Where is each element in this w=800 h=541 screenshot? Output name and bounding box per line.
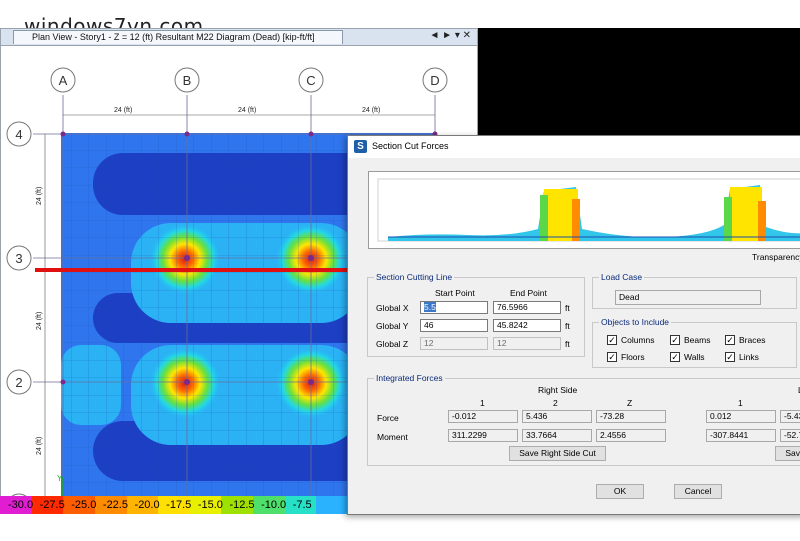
color-scale-value: -7.5 xyxy=(292,499,312,511)
right-side-label: Right Side xyxy=(538,385,578,395)
walls-label: Walls xyxy=(684,352,705,362)
z-unit: ft xyxy=(565,339,570,349)
moment-right-1: 311.2299 xyxy=(448,429,518,442)
braces-checkbox[interactable]: ✓ xyxy=(725,335,735,345)
preview-peak-left-green xyxy=(540,195,548,241)
section-cutting-line-title: Section Cutting Line xyxy=(374,272,455,282)
start-z-input: 12 xyxy=(420,337,488,350)
grid-label-b: B xyxy=(183,73,192,88)
integrated-forces-title: Integrated Forces xyxy=(374,373,445,383)
app-logo-icon: S xyxy=(354,140,367,153)
links-checkbox[interactable]: ✓ xyxy=(725,352,735,362)
end-z-input: 12 xyxy=(493,337,561,350)
x-unit: ft xyxy=(565,303,570,313)
moment-left-1: -307.8441 xyxy=(706,429,776,442)
save-left-side-cut-button[interactable]: Save xyxy=(775,446,800,461)
color-scale-value: -27.5 xyxy=(39,499,65,511)
transparency-label: Transparency xyxy=(752,252,800,262)
columns-checkbox[interactable]: ✓ xyxy=(607,335,617,345)
braces-label: Braces xyxy=(739,335,766,345)
dim-label-21: 24 (ft) xyxy=(36,437,43,455)
global-y-label: Global Y xyxy=(376,321,409,331)
beams-checkbox[interactable]: ✓ xyxy=(670,335,680,345)
force-left-1: 0.012 xyxy=(706,410,776,423)
left-col-1: 1 xyxy=(738,398,743,408)
grid-label-c: C xyxy=(306,73,315,88)
color-scale-value: -17.5 xyxy=(166,499,192,511)
dialog-title-bar[interactable]: S Section Cut Forces xyxy=(348,136,800,158)
integrated-forces-group: Integrated Forces Right Side L 1 2 Z 1 F… xyxy=(367,373,800,466)
cancel-button[interactable]: Cancel xyxy=(674,484,722,499)
dim-label-cd: 24 (ft) xyxy=(362,107,380,114)
load-case-field: Dead xyxy=(615,290,761,305)
preview-peak-right-orange xyxy=(758,201,766,241)
section-cut-forces-dialog: S Section Cut Forces Transparency Sectio… xyxy=(347,135,800,515)
force-right-z: -73.28 xyxy=(596,410,666,423)
plan-tab-bar: Plan View - Story1 - Z = 12 (ft) Resulta… xyxy=(1,29,477,46)
grid-label-d: D xyxy=(430,73,439,88)
links-label: Links xyxy=(739,352,759,362)
dim-label-43: 24 (ft) xyxy=(36,187,43,205)
color-scale-legend: -30.0 -27.5 -25.0 -22.5 -20.0 -17.5 -15.0 -12.5… xyxy=(0,496,349,514)
section-cut-preview[interactable] xyxy=(368,171,800,249)
color-scale-value: -15.0 xyxy=(197,499,223,511)
columns-label: Columns xyxy=(621,335,655,345)
end-y-input[interactable]: 45.8242 xyxy=(493,319,561,332)
start-x-value: 5.5 xyxy=(424,302,436,312)
floors-checkbox[interactable]: ✓ xyxy=(607,352,617,362)
force-right-1: -0.012 xyxy=(448,410,518,423)
section-cutting-line-group: Section Cutting Line Start Point End Poi… xyxy=(367,272,585,357)
plan-view-tab[interactable]: Plan View - Story1 - Z = 12 (ft) Resulta… xyxy=(13,30,343,44)
moment-right-2: 33.7664 xyxy=(522,429,592,442)
dim-label-32: 24 (ft) xyxy=(36,312,43,330)
force-right-2: 5.436 xyxy=(522,410,592,423)
force-left-2: -5.436 xyxy=(780,410,800,423)
start-x-input[interactable]: 5.5 xyxy=(420,301,488,314)
grid-label-4: 4 xyxy=(15,127,22,142)
floors-label: Floors xyxy=(621,352,645,362)
load-case-title: Load Case xyxy=(599,272,645,282)
color-scale-value: -12.5 xyxy=(229,499,255,511)
color-scale-value: -20.0 xyxy=(134,499,160,511)
end-x-input[interactable]: 76.5966 xyxy=(493,301,561,314)
load-case-group: Load Case Dead xyxy=(592,272,797,309)
objects-to-include-group: Objects to Include ✓ Columns ✓ Beams ✓ B… xyxy=(592,317,797,368)
beams-label: Beams xyxy=(684,335,711,345)
grid-label-2: 2 xyxy=(15,375,22,390)
grid-label-3: 3 xyxy=(15,251,22,266)
color-scale-value: -22.5 xyxy=(102,499,128,511)
preview-peak-right-green xyxy=(724,197,732,241)
ok-button[interactable]: OK xyxy=(596,484,644,499)
dim-label-bc: 24 (ft) xyxy=(238,107,256,114)
moment-left-2: -52.74 xyxy=(780,429,800,442)
color-scale-value: -30.0 xyxy=(8,499,34,511)
color-scale-value: -10.0 xyxy=(261,499,287,511)
save-right-side-cut-button[interactable]: Save Right Side Cut xyxy=(509,446,606,461)
dialog-title: Section Cut Forces xyxy=(372,141,449,151)
moment-row-label: Moment xyxy=(377,432,408,442)
background-area xyxy=(478,28,800,136)
moment-right-z: 2.4556 xyxy=(596,429,666,442)
right-col-z: Z xyxy=(627,398,633,408)
global-z-label: Global Z xyxy=(376,339,409,349)
start-point-header: Start Point xyxy=(435,288,475,298)
right-col-1: 1 xyxy=(480,398,485,408)
force-row-label: Force xyxy=(377,413,399,423)
color-scale-swatch xyxy=(316,496,349,514)
objects-to-include-title: Objects to Include xyxy=(599,317,672,327)
end-point-header: End Point xyxy=(510,288,547,298)
color-scale-value: -25.0 xyxy=(71,499,97,511)
grid-label-a: A xyxy=(59,73,68,88)
start-y-input[interactable]: 46 xyxy=(420,319,488,332)
axis-y-label: Y xyxy=(57,474,63,483)
dim-label-ab: 24 (ft) xyxy=(114,107,132,114)
right-col-2: 2 xyxy=(553,398,558,408)
preview-peak-left-orange xyxy=(572,199,580,241)
y-unit: ft xyxy=(565,321,570,331)
walls-checkbox[interactable]: ✓ xyxy=(670,352,680,362)
preview-peak-right xyxy=(730,187,762,241)
window-controls[interactable]: ◄ ► ▾ ✕ xyxy=(429,30,471,41)
global-x-label: Global X xyxy=(376,303,409,313)
